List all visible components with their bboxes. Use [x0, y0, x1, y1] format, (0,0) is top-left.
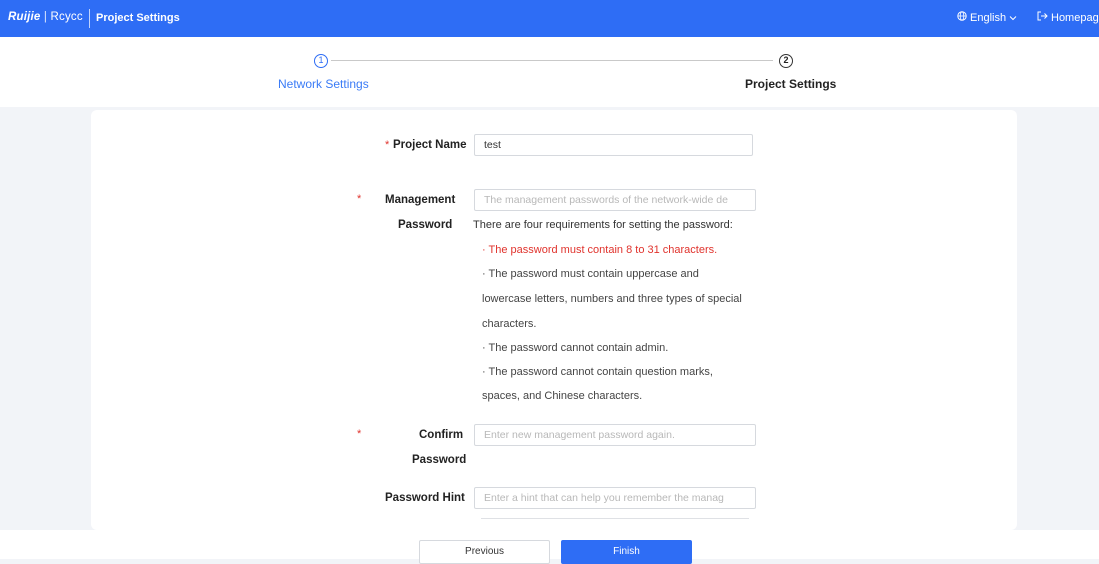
password-requirement-item: characters.: [482, 318, 537, 330]
confirm-password-input[interactable]: [474, 424, 756, 446]
step-2-label: Project Settings: [745, 77, 837, 91]
logout-icon: [1037, 11, 1048, 24]
password-requirement-item: spaces, and Chinese characters.: [482, 390, 643, 402]
required-asterisk: *: [357, 193, 362, 205]
logo-brand-text: Ruijie: [8, 11, 41, 23]
step-1-label[interactable]: Network Settings: [278, 77, 369, 91]
password-requirement-item: · The password cannot contain question m…: [482, 366, 713, 378]
header-divider: [89, 9, 90, 28]
globe-icon: [957, 11, 967, 24]
password-hint-input[interactable]: [474, 487, 756, 509]
chevron-down-icon: [1009, 12, 1017, 24]
password-requirement-item: · The password must contain uppercase an…: [482, 268, 699, 280]
homepage-link[interactable]: Homepage: [1037, 11, 1099, 24]
ruijie-logo: Ruijie | Rcycc: [8, 11, 83, 23]
homepage-label: Homepage: [1051, 11, 1099, 24]
logo-separator: |: [40, 11, 51, 23]
password-requirement-item: · The password must contain 8 to 31 char…: [482, 244, 718, 256]
password-hint-label: Password Hint: [385, 492, 465, 504]
hint-field-underline: [481, 518, 749, 519]
password-requirement-item: · The password cannot contain admin.: [482, 342, 669, 354]
management-password-input[interactable]: [474, 189, 756, 211]
language-selector[interactable]: English: [957, 11, 1017, 24]
project-name-label: Project Name: [393, 139, 467, 151]
project-name-input[interactable]: [474, 134, 753, 156]
step-connector-line: [331, 60, 773, 61]
form-card: [91, 110, 1017, 530]
finish-button[interactable]: Finish: [561, 540, 692, 564]
confirm-password-label-line1: Confirm: [419, 429, 464, 441]
top-header-bar: Ruijie | Rcycc Project Settings English …: [0, 0, 1099, 37]
required-asterisk: *: [385, 139, 390, 151]
previous-button[interactable]: Previous: [419, 540, 550, 564]
header-title: Project Settings: [96, 12, 180, 24]
step-2-circle: 2: [779, 54, 793, 68]
management-password-label-line1: Management: [385, 194, 456, 206]
confirm-password-label-line2: Password: [412, 454, 467, 466]
management-password-label-line2: Password: [398, 219, 453, 231]
password-requirement-item: lowercase letters, numbers and three typ…: [482, 293, 742, 305]
logo-product-text: Rcycc: [50, 11, 83, 23]
steps-panel: [0, 37, 1099, 107]
step-1-circle[interactable]: 1: [314, 54, 328, 68]
required-asterisk: *: [357, 428, 362, 440]
password-requirements-title: There are four requirements for setting …: [473, 219, 733, 231]
language-label: English: [970, 11, 1007, 24]
